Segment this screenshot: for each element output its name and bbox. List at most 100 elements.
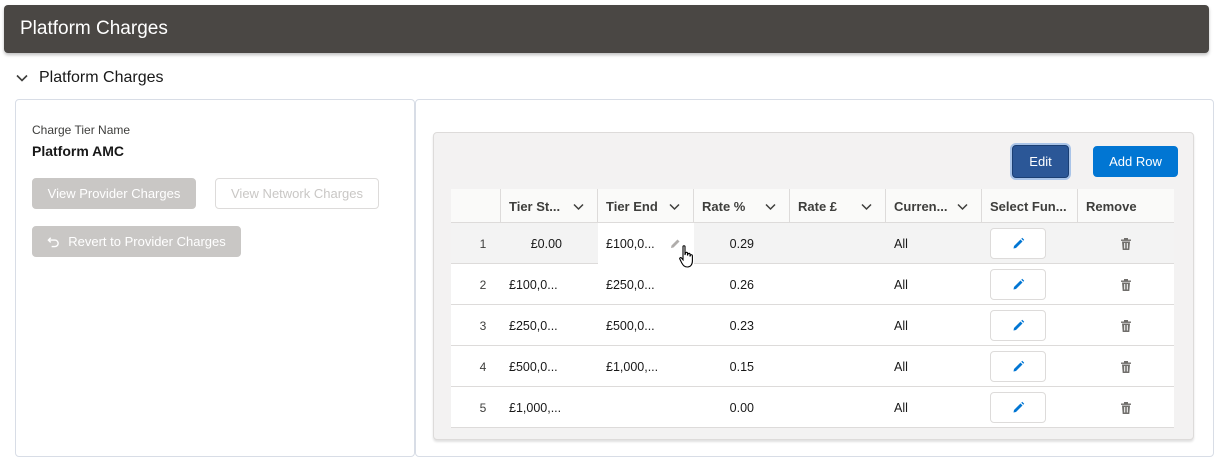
row-number: 3 xyxy=(479,318,487,333)
chevron-down-icon[interactable] xyxy=(668,200,681,213)
row-number: 5 xyxy=(479,400,487,415)
tier-end-cell[interactable]: £250,0... xyxy=(598,264,694,305)
view-provider-charges-button[interactable]: View Provider Charges xyxy=(32,178,196,209)
select-funds-cell xyxy=(982,387,1078,428)
select-funds-button[interactable] xyxy=(990,351,1046,382)
trash-icon[interactable] xyxy=(1119,319,1133,333)
select-funds-cell xyxy=(982,223,1078,264)
column-label: Rate % xyxy=(702,198,746,214)
section-toggle[interactable]: Platform Charges xyxy=(14,67,164,89)
select-funds-button[interactable] xyxy=(990,228,1046,259)
charges-grid: Tier St... Tier End Rate % Rate £ Curren… xyxy=(451,189,1174,428)
tier-start-cell[interactable]: £0.00 xyxy=(501,223,598,264)
cell-value: £100,0... xyxy=(606,236,655,251)
edit-button[interactable]: Edit xyxy=(1012,145,1069,178)
pencil-icon xyxy=(1013,278,1024,290)
charge-tier-name-label: Charge Tier Name xyxy=(32,123,131,137)
trash-icon[interactable] xyxy=(1119,237,1133,251)
column-label: Tier St... xyxy=(509,198,561,214)
undo-icon xyxy=(47,237,59,248)
column-label: Remove xyxy=(1086,198,1137,214)
rate-gbp-cell[interactable] xyxy=(790,387,886,428)
table-row: 1 £0.00 £100,0... 0.29 All xyxy=(451,223,1174,268)
tier-start-cell[interactable]: £500,0... xyxy=(501,346,598,387)
currency-cell[interactable]: All xyxy=(886,346,982,387)
column-header-tier-start[interactable]: Tier St... xyxy=(501,189,598,223)
tier-end-cell[interactable]: £500,0... xyxy=(598,305,694,346)
column-header-currency[interactable]: Curren... xyxy=(886,189,982,223)
column-header-remove: Remove xyxy=(1078,189,1174,223)
grid-header: Tier St... Tier End Rate % Rate £ Curren… xyxy=(451,189,1174,223)
tier-end-cell[interactable] xyxy=(598,387,694,428)
currency-cell[interactable]: All xyxy=(886,305,982,346)
rate-pct-cell[interactable]: 0.26 xyxy=(694,264,790,305)
trash-icon[interactable] xyxy=(1119,278,1133,292)
table-row: 5 £1,000,... 0.00 All xyxy=(451,387,1174,428)
revert-button-label: Revert to Provider Charges xyxy=(68,234,226,249)
row-number-header xyxy=(451,189,501,223)
currency-cell[interactable]: All xyxy=(886,387,982,428)
column-label: Rate £ xyxy=(798,198,838,214)
rate-pct-cell[interactable]: 0.29 xyxy=(694,223,790,264)
chevron-down-icon xyxy=(16,74,28,82)
column-header-rate-pct[interactable]: Rate % xyxy=(694,189,790,223)
pencil-icon xyxy=(1013,237,1024,249)
column-label: Tier End xyxy=(606,198,658,214)
section-title: Platform Charges xyxy=(39,69,164,86)
tier-start-cell[interactable]: £250,0... xyxy=(501,305,598,346)
chevron-down-icon[interactable] xyxy=(764,200,777,213)
rate-gbp-cell[interactable] xyxy=(790,346,886,387)
column-header-rate-gbp[interactable]: Rate £ xyxy=(790,189,886,223)
row-number: 4 xyxy=(479,359,487,374)
page-header: Platform Charges xyxy=(4,5,1209,53)
chevron-down-icon[interactable] xyxy=(956,200,969,213)
column-label: Select Fun... xyxy=(990,198,1067,214)
select-funds-button[interactable] xyxy=(990,269,1046,300)
page-title: Platform Charges xyxy=(20,18,168,39)
tier-start-cell[interactable]: £1,000,... xyxy=(501,387,598,428)
tier-start-cell[interactable]: £100,0... xyxy=(501,264,598,305)
table-row: 2 £100,0... £250,0... 0.26 All xyxy=(451,264,1174,305)
tier-end-cell[interactable]: £1,000,... xyxy=(598,346,694,387)
rate-gbp-cell[interactable] xyxy=(790,223,886,264)
chevron-down-icon[interactable] xyxy=(860,200,873,213)
column-label: Curren... xyxy=(894,198,948,214)
currency-cell[interactable]: All xyxy=(886,223,982,264)
remove-cell xyxy=(1078,264,1174,305)
rate-pct-cell[interactable]: 0.00 xyxy=(694,387,790,428)
add-row-button[interactable]: Add Row xyxy=(1093,146,1178,177)
rate-pct-cell[interactable]: 0.15 xyxy=(694,346,790,387)
rate-gbp-cell[interactable] xyxy=(790,264,886,305)
view-network-charges-button[interactable]: View Network Charges xyxy=(215,178,379,209)
revert-to-provider-charges-button[interactable]: Revert to Provider Charges xyxy=(32,226,241,257)
table-row: 4 £500,0... £1,000,... 0.15 All xyxy=(451,346,1174,387)
trash-icon[interactable] xyxy=(1119,360,1133,374)
select-funds-cell xyxy=(982,264,1078,305)
pencil-icon xyxy=(1013,401,1024,413)
rate-gbp-cell[interactable] xyxy=(790,305,886,346)
charges-table-panel: Edit Add Row Tier St... Tier End Rate % xyxy=(415,99,1214,457)
table-row: 3 £250,0... £500,0... 0.23 All xyxy=(451,305,1174,346)
pencil-icon xyxy=(1013,360,1024,372)
charges-table-card: Edit Add Row Tier St... Tier End Rate % xyxy=(433,132,1194,440)
column-header-tier-end[interactable]: Tier End xyxy=(598,189,694,223)
select-funds-cell xyxy=(982,305,1078,346)
select-funds-button[interactable] xyxy=(990,310,1046,341)
remove-cell xyxy=(1078,346,1174,387)
remove-cell xyxy=(1078,305,1174,346)
remove-cell xyxy=(1078,387,1174,428)
rate-pct-cell[interactable]: 0.23 xyxy=(694,305,790,346)
chevron-down-icon[interactable] xyxy=(572,200,585,213)
row-number: 1 xyxy=(479,236,487,251)
tier-end-cell[interactable]: £100,0... xyxy=(598,223,694,268)
charge-tier-panel: Charge Tier Name Platform AMC View Provi… xyxy=(15,99,415,457)
select-funds-cell xyxy=(982,346,1078,387)
column-header-select-funds: Select Fun... xyxy=(982,189,1078,223)
currency-cell[interactable]: All xyxy=(886,264,982,305)
select-funds-button[interactable] xyxy=(990,392,1046,423)
pencil-icon xyxy=(1013,319,1024,331)
charge-tier-name-value: Platform AMC xyxy=(32,143,125,159)
row-number: 2 xyxy=(479,277,487,292)
trash-icon[interactable] xyxy=(1119,401,1133,415)
remove-cell xyxy=(1078,223,1174,264)
